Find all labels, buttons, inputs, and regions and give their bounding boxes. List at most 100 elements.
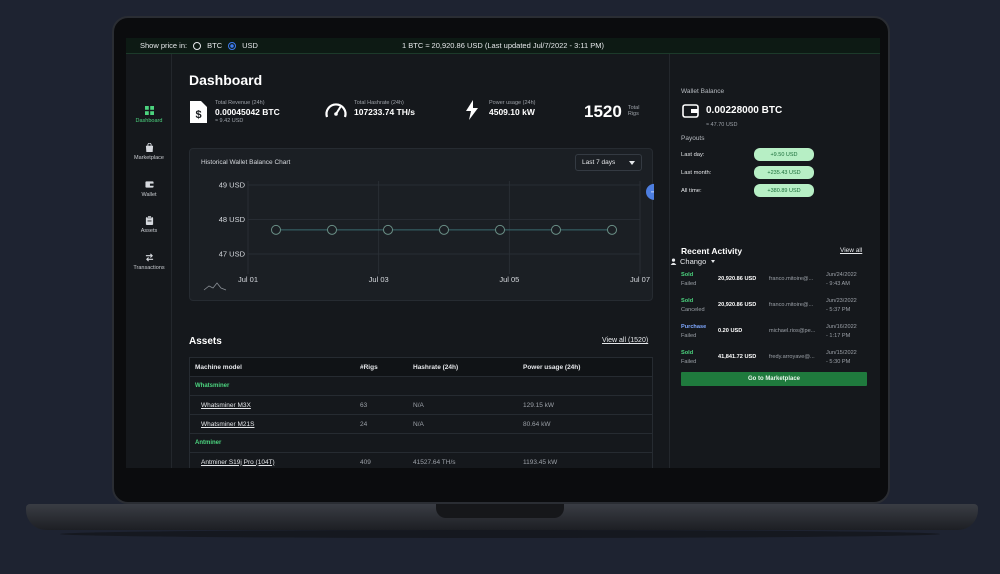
payout-last-month-label: Last month: xyxy=(681,170,712,176)
power-cell: 80.64 kW xyxy=(523,420,551,428)
machine-model-link[interactable]: Antminer S19j Pro (104T) xyxy=(201,459,275,466)
y-tick-label: 47 USD xyxy=(219,250,246,259)
x-tick-label: Jul 07 xyxy=(630,275,650,284)
arrows-icon xyxy=(145,253,153,262)
sidebar-item-wallet[interactable]: Wallet xyxy=(126,180,172,198)
payouts-label: Payouts xyxy=(681,135,705,142)
activity-status: Failed xyxy=(681,281,697,287)
activity-item[interactable]: Sold Failed 41,841.72 USD fredy.arroyave… xyxy=(681,350,871,372)
hashrate-cell: N/A xyxy=(413,401,424,409)
wallet-balance-value: 0.00228000 BTC xyxy=(706,105,783,116)
activity-date: Jun/23/2022 xyxy=(826,298,857,304)
assets-view-all-link[interactable]: View all (1520) xyxy=(602,337,648,344)
hashrate-cell: N/A xyxy=(413,420,424,428)
app-screen: Show price in: BTC USD 1 BTC ≈ 20,920.86… xyxy=(126,38,880,468)
activity-date: Jun/16/2022 xyxy=(826,324,857,330)
x-tick-label: Jul 03 xyxy=(369,275,389,284)
sidebar-item-marketplace[interactable]: Marketplace xyxy=(126,143,172,161)
page-title: Dashboard xyxy=(189,72,263,88)
laptop-shadow xyxy=(60,530,940,538)
right-panel: Wallet Balance 0.00228000 BTC ≈ 47.70 US… xyxy=(669,54,880,468)
clipboard-icon xyxy=(145,216,153,225)
activity-email: franco.mitoire@... xyxy=(769,302,814,308)
activity-item[interactable]: Sold Failed 20,920.86 USD franco.mitoire… xyxy=(681,272,871,294)
table-group-row: Antminer xyxy=(189,434,653,453)
kpi-hashrate: Total Hashrate (24h) 107233.74 TH/s xyxy=(324,100,415,120)
activity-email: franco.mitoire@... xyxy=(769,276,814,282)
activity-status: Failed xyxy=(681,333,697,339)
rigs-cell: 24 xyxy=(360,420,368,428)
svg-text:$: $ xyxy=(195,109,201,121)
activity-amount: 0.20 USD xyxy=(718,328,743,334)
data-point[interactable] xyxy=(327,224,337,235)
assets-table: Machine model #Rigs Hashrate (24h) Power… xyxy=(189,357,653,468)
payout-last-day-pill: +9.50 USD xyxy=(754,148,814,161)
activity-status: Failed xyxy=(681,359,697,365)
recent-activity-title: Recent Activity xyxy=(681,246,743,256)
speedometer-icon xyxy=(325,103,347,118)
activity-time: - 5:37 PM xyxy=(826,307,851,313)
kpi-revenue-value: 0.00045042 BTC xyxy=(215,107,280,117)
activity-date: Jun/24/2022 xyxy=(826,272,857,278)
main-content: Dashboard $ Total Revenue (24h) 0.000450… xyxy=(172,54,669,468)
activity-type: Purchase xyxy=(681,324,707,330)
wallet-balance-label: Wallet Balance xyxy=(681,88,725,95)
document-dollar-icon: $ xyxy=(190,101,207,123)
wallet-balance-chart-card: Historical Wallet Balance Chart Last 7 d… xyxy=(189,148,654,301)
activity-view-all-link[interactable]: View all xyxy=(840,247,862,254)
data-point[interactable] xyxy=(495,224,505,235)
hashrate-cell: 41527.64 TH/s xyxy=(413,458,456,466)
col-header-power[interactable]: Power usage (24h) xyxy=(523,364,580,371)
sidebar: Dashboard Marketplace Wallet Assets Tran… xyxy=(126,54,172,468)
wallet-icon xyxy=(144,181,154,188)
go-to-marketplace-button[interactable]: Go to Marketplace xyxy=(681,372,867,386)
kpi-power-value: 4509.10 kW xyxy=(489,107,535,117)
kpi-hashrate-value: 107233.74 TH/s xyxy=(354,107,415,117)
machine-model-link[interactable]: Whatsminer M3X xyxy=(201,402,251,409)
activity-time: - 5:30 PM xyxy=(826,359,851,365)
activity-type: Sold xyxy=(681,272,694,278)
y-tick-label: 49 USD xyxy=(219,181,246,190)
table-row[interactable]: Antminer S19j Pro (104T) 409 41527.64 TH… xyxy=(189,453,653,468)
payout-last-month-pill: +235.43 USD xyxy=(754,166,814,179)
top-bar: Show price in: BTC USD 1 BTC ≈ 20,920.86… xyxy=(126,38,880,468)
col-header-rigs[interactable]: #Rigs xyxy=(360,364,378,371)
mountain-logo-icon xyxy=(203,282,227,291)
sidebar-item-label: Assets xyxy=(140,228,158,234)
activity-item[interactable]: Purchase Failed 0.20 USD michael.rios@pe… xyxy=(681,324,871,346)
y-tick-label: 48 USD xyxy=(219,215,246,224)
activity-time: - 9:43 AM xyxy=(826,281,850,287)
kpi-hashrate-label: Total Hashrate (24h) xyxy=(354,100,404,106)
col-header-hashrate[interactable]: Hashrate (24h) xyxy=(413,364,458,371)
sidebar-item-dashboard[interactable]: Dashboard xyxy=(126,106,172,124)
kpi-power: Power usage (24h) 4509.10 kW xyxy=(465,100,535,120)
activity-amount: 20,920.86 USD xyxy=(718,276,757,282)
sidebar-item-label: Dashboard xyxy=(135,118,163,124)
assets-table-header: Machine model #Rigs Hashrate (24h) Power… xyxy=(189,357,653,377)
sidebar-item-label: Transactions xyxy=(133,265,165,271)
sidebar-item-transactions[interactable]: Transactions xyxy=(126,253,172,271)
data-point[interactable] xyxy=(551,224,561,235)
kpi-rigs-label-2: Rigs xyxy=(627,111,639,117)
data-point[interactable] xyxy=(439,224,449,235)
payout-all-time-pill: +380.89 USD xyxy=(754,184,814,197)
machine-model-link[interactable]: Whatsminer M21S xyxy=(201,421,254,428)
table-row[interactable]: Whatsminer M3X 63 N/A 129.15 kW xyxy=(189,396,653,415)
activity-type: Sold xyxy=(681,350,694,356)
col-header-model[interactable]: Machine model xyxy=(195,364,242,371)
data-point[interactable] xyxy=(607,224,617,235)
grid-icon xyxy=(144,106,154,115)
kpi-revenue: $ Total Revenue (24h) 0.00045042 BTC ≈ 9… xyxy=(189,100,280,124)
wallet-balance-sub: ≈ 47.70 USD xyxy=(706,122,738,128)
kpi-revenue-sub: ≈ 9.42 USD xyxy=(215,118,244,124)
activity-amount: 41,841.72 USD xyxy=(718,354,757,360)
data-point[interactable] xyxy=(271,224,281,235)
activity-email: michael.rios@pe... xyxy=(769,328,816,334)
sidebar-item-assets[interactable]: Assets xyxy=(126,216,172,234)
sidebar-item-label: Wallet xyxy=(141,192,157,198)
activity-item[interactable]: Sold Canceled 20,920.86 USD franco.mitoi… xyxy=(681,298,871,320)
data-point[interactable] xyxy=(383,224,393,235)
exchange-rate: 1 BTC ≈ 20,920.86 USD (Last updated Jul/… xyxy=(401,41,604,50)
payout-all-time-label: All time: xyxy=(681,188,702,194)
table-row[interactable]: Whatsminer M21S 24 N/A 80.64 kW xyxy=(189,415,653,434)
